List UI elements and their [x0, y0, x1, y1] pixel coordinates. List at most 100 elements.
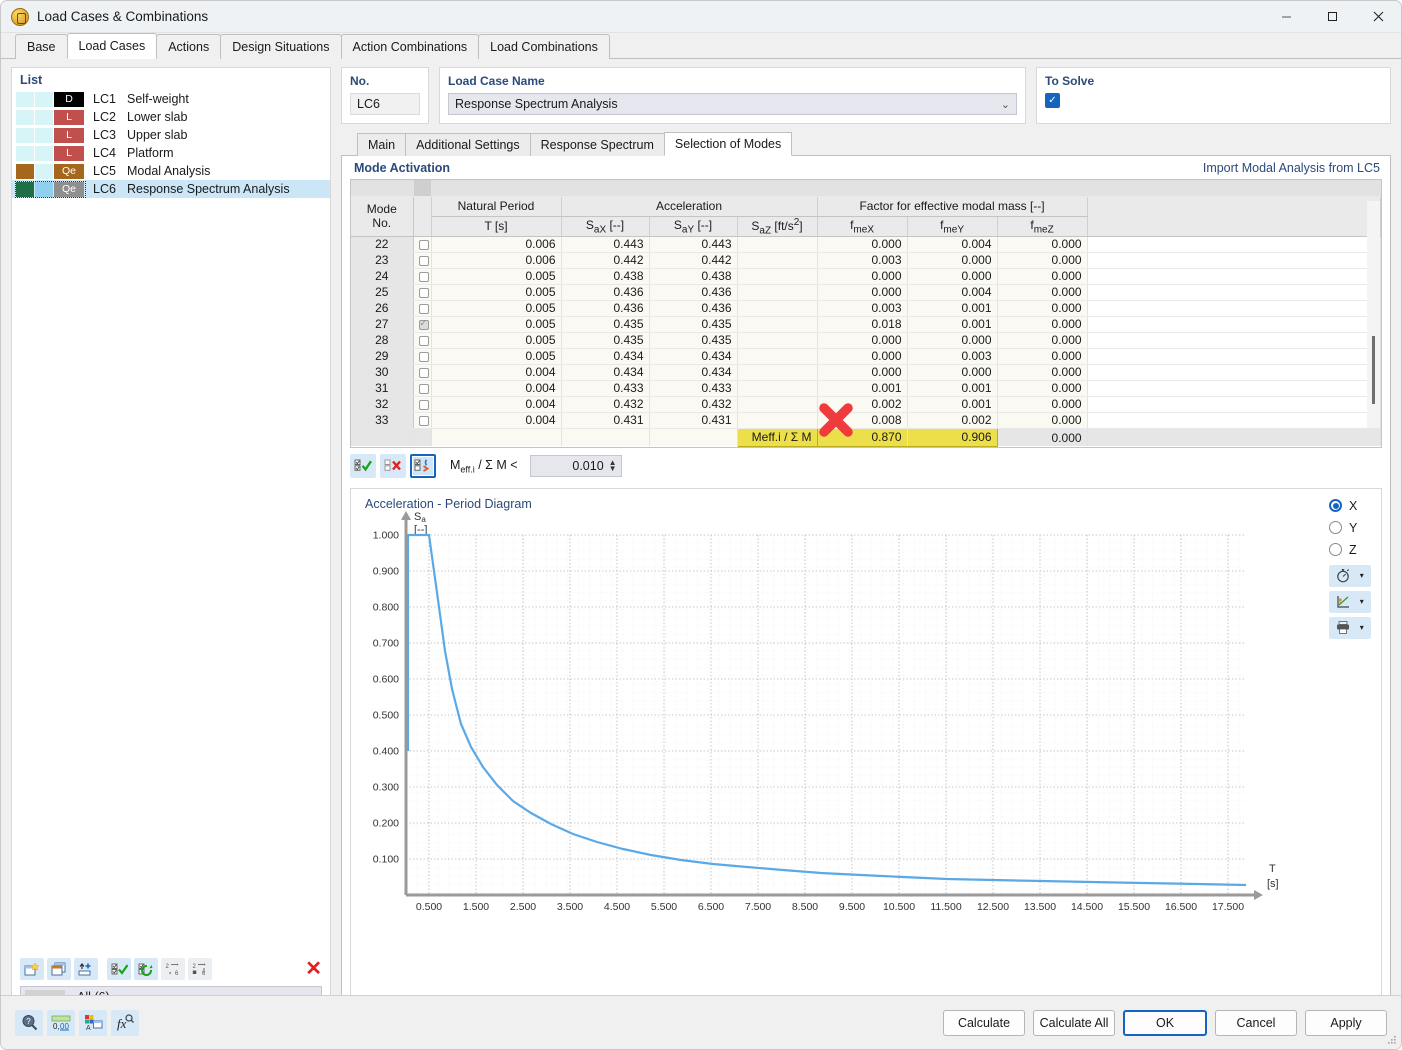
radio-button-y[interactable]: [1329, 521, 1342, 534]
cell-activation[interactable]: [413, 268, 431, 284]
deactivate-all-modes-button[interactable]: [380, 454, 406, 478]
new-load-case-button[interactable]: [20, 958, 44, 980]
cell-activation[interactable]: [413, 300, 431, 316]
mode-checkbox[interactable]: [419, 352, 429, 362]
tab-main[interactable]: Main: [357, 133, 406, 156]
mode-checkbox[interactable]: [419, 256, 429, 266]
table-row[interactable]: 32 0.004 0.432 0.432 0.002 0.001 0.000: [351, 396, 1381, 412]
chevron-down-icon[interactable]: ▾: [1360, 597, 1364, 606]
tab-actions[interactable]: Actions: [156, 34, 221, 59]
minimize-button[interactable]: [1263, 1, 1309, 33]
mode-checkbox[interactable]: [419, 416, 429, 426]
table-row[interactable]: 23 0.006 0.442 0.442 0.003 0.000 0.000: [351, 252, 1381, 268]
settings-dropdown-button[interactable]: ▾: [1329, 565, 1371, 587]
calculate-button[interactable]: Calculate: [943, 1010, 1025, 1036]
settings-button[interactable]: A: [79, 1010, 107, 1036]
axis-radio-y[interactable]: Y: [1329, 517, 1381, 539]
list-item[interactable]: D LC1 Self-weight: [12, 90, 330, 108]
resize-grip-icon[interactable]: [1387, 1035, 1397, 1045]
table-row[interactable]: 28 0.005 0.435 0.435 0.000 0.000 0.000: [351, 332, 1381, 348]
radio-button-x[interactable]: [1329, 499, 1342, 512]
mass-threshold-input[interactable]: 0.010 ▲ ▼: [530, 455, 622, 477]
table-row[interactable]: 25 0.005 0.436 0.436 0.000 0.004 0.000: [351, 284, 1381, 300]
tab-response-spectrum[interactable]: Response Spectrum: [530, 133, 665, 156]
spinner-arrows[interactable]: ▲ ▼: [609, 460, 617, 472]
load-case-name-field[interactable]: Response Spectrum Analysis ⌄: [448, 93, 1017, 115]
cell-activation[interactable]: [413, 364, 431, 380]
mode-checkbox[interactable]: [419, 288, 429, 298]
table-row[interactable]: 24 0.005 0.438 0.438 0.000 0.000 0.000: [351, 268, 1381, 284]
list-item-selected[interactable]: Qe LC6 Response Spectrum Analysis: [12, 180, 330, 198]
table-row[interactable]: 30 0.004 0.434 0.434 0.000 0.000 0.000: [351, 364, 1381, 380]
mode-checkbox[interactable]: [419, 272, 429, 282]
tab-selection-of-modes[interactable]: Selection of Modes: [664, 132, 792, 156]
copy-load-case-button[interactable]: [47, 958, 71, 980]
axis-radio-z[interactable]: Z: [1329, 539, 1381, 561]
mode-checkbox[interactable]: [419, 336, 429, 346]
calculate-all-button[interactable]: Calculate All: [1033, 1010, 1115, 1036]
cell-activation[interactable]: [413, 252, 431, 268]
radio-button-z[interactable]: [1329, 543, 1342, 556]
activate-all-modes-button[interactable]: [350, 454, 376, 478]
units-button[interactable]: 0, 00: [47, 1010, 75, 1036]
formula-button[interactable]: fx: [111, 1010, 139, 1036]
scrollbar-thumb[interactable]: [1372, 336, 1375, 404]
tab-base[interactable]: Base: [15, 34, 68, 59]
x-tick-label: 3.500: [557, 901, 583, 913]
select-all-button[interactable]: [107, 958, 131, 980]
table-row[interactable]: 22 0.006 0.443 0.443 0.000 0.004 0.000: [351, 236, 1381, 252]
table-row[interactable]: 29 0.005 0.434 0.434 0.000 0.003 0.000: [351, 348, 1381, 364]
chevron-down-icon[interactable]: ▾: [1360, 623, 1364, 632]
sort-button[interactable]: 2 6: [188, 958, 212, 980]
maximize-button[interactable]: [1309, 1, 1355, 33]
list-item[interactable]: Qe LC5 Modal Analysis: [12, 162, 330, 180]
tab-action-combinations[interactable]: Action Combinations: [341, 34, 480, 59]
load-case-no-field[interactable]: LC6: [350, 93, 420, 115]
mode-checkbox-checked[interactable]: [419, 320, 429, 330]
invert-selection-button[interactable]: [134, 958, 158, 980]
apply-button[interactable]: Apply: [1305, 1010, 1387, 1036]
table-scrollbar[interactable]: [1367, 201, 1380, 428]
mode-checkbox[interactable]: [419, 368, 429, 378]
to-solve-checkbox[interactable]: ✓: [1045, 93, 1060, 108]
list-item[interactable]: L LC4 Platform: [12, 144, 330, 162]
graph-options-dropdown-button[interactable]: ▾: [1329, 591, 1371, 613]
table-row[interactable]: 26 0.005 0.436 0.436 0.003 0.001 0.000: [351, 300, 1381, 316]
cell-activation[interactable]: [413, 284, 431, 300]
mode-checkbox[interactable]: [419, 240, 429, 250]
cell-activation[interactable]: [413, 348, 431, 364]
cell-activation[interactable]: [413, 380, 431, 396]
list-item[interactable]: L LC3 Upper slab: [12, 126, 330, 144]
load-case-list[interactable]: D LC1 Self-weight L LC2 Lower slab: [12, 90, 330, 952]
filter-modes-by-mass-button[interactable]: [410, 454, 436, 478]
cancel-button[interactable]: Cancel: [1215, 1010, 1297, 1036]
cell-activation[interactable]: [413, 396, 431, 412]
insert-load-case-button[interactable]: [74, 958, 98, 980]
table-row[interactable]: 33 0.004 0.431 0.431 0.008 0.002 0.000: [351, 412, 1381, 428]
cell-activation[interactable]: [413, 236, 431, 252]
cell-activation[interactable]: [413, 332, 431, 348]
spinner-down-icon[interactable]: ▼: [609, 466, 617, 472]
close-button[interactable]: [1355, 1, 1401, 33]
help-button[interactable]: ?: [15, 1010, 43, 1036]
chevron-down-icon[interactable]: ▾: [1360, 571, 1364, 580]
print-dropdown-button[interactable]: ▾: [1329, 617, 1371, 639]
mode-checkbox[interactable]: [419, 304, 429, 314]
mode-checkbox[interactable]: [419, 400, 429, 410]
chevron-down-icon[interactable]: ⌄: [1001, 98, 1010, 111]
table-row[interactable]: 31 0.004 0.433 0.433 0.001 0.001 0.000: [351, 380, 1381, 396]
delete-load-case-button[interactable]: ✕: [305, 959, 322, 979]
tab-additional-settings[interactable]: Additional Settings: [405, 133, 531, 156]
list-item[interactable]: L LC2 Lower slab: [12, 108, 330, 126]
axis-radio-x[interactable]: X: [1329, 495, 1381, 517]
cell-activation[interactable]: [413, 412, 431, 428]
renumber-button[interactable]: 2 6: [161, 958, 185, 980]
tab-load-combinations[interactable]: Load Combinations: [478, 34, 610, 59]
ok-button[interactable]: OK: [1123, 1010, 1207, 1036]
mode-checkbox[interactable]: [419, 384, 429, 394]
tab-design-situations[interactable]: Design Situations: [220, 34, 341, 59]
cell-activation[interactable]: [413, 316, 431, 332]
table-row[interactable]: 27 0.005 0.435 0.435 0.018 0.001 0.000: [351, 316, 1381, 332]
import-modal-analysis-link[interactable]: Import Modal Analysis from LC5: [1203, 161, 1380, 175]
tab-load-cases[interactable]: Load Cases: [67, 33, 158, 59]
